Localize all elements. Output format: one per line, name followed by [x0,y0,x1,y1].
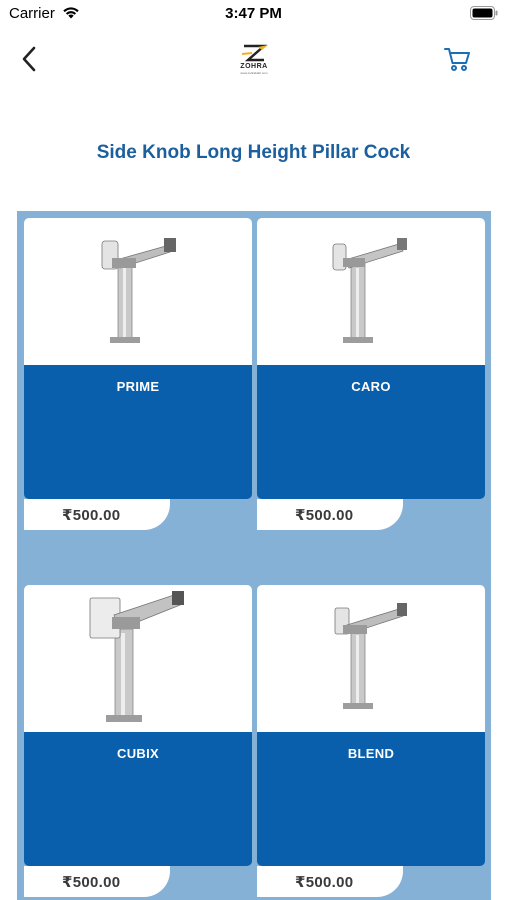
back-button[interactable] [14,42,44,76]
product-image [24,585,252,732]
product-card[interactable]: PRIME ₹500.00 [24,218,252,538]
price-tag: ₹500.00 [24,498,170,530]
product-info: BLEND [257,732,485,866]
page-title: Side Knob Long Height Pillar Cock [96,142,411,163]
cart-icon [444,48,470,71]
battery-icon [470,6,498,20]
product-name: PRIME [116,379,160,394]
brand-logo: ZOHRA www.zohrabath.com [228,44,280,76]
product-grid: PRIME ₹500.00 CARO ₹500.00 CUBIX ₹500.00… [17,211,491,900]
nav-bar: ZOHRA www.zohrabath.com [0,30,507,90]
price-tag: ₹500.00 [24,865,170,897]
product-info: CUBIX [24,732,252,866]
logo-tagline: www.zohrabath.com [240,71,268,75]
product-info: PRIME [24,365,252,499]
product-price: ₹500.00 [295,874,354,891]
product-name: CARO [351,379,391,394]
price-tag: ₹500.00 [257,498,403,530]
product-name: BLEND [347,746,395,761]
faucet-icon [89,591,184,722]
product-image [257,218,485,365]
cart-button[interactable] [443,46,471,72]
product-price: ₹500.00 [62,874,121,891]
product-image [24,218,252,365]
product-card[interactable]: BLEND ₹500.00 [257,585,485,900]
status-bar: Carrier 3:47 PM [0,0,507,30]
price-tag: ₹500.00 [257,865,403,897]
faucet-icon [332,238,407,343]
product-price: ₹500.00 [62,507,121,524]
zohra-logo-mark [241,44,268,62]
product-info: CARO [257,365,485,499]
product-name: CUBIX [117,746,159,761]
chevron-left-icon [22,46,36,72]
product-card[interactable]: CUBIX ₹500.00 [24,585,252,900]
logo-text: ZOHRA [240,63,268,70]
product-price: ₹500.00 [295,507,354,524]
product-card[interactable]: CARO ₹500.00 [257,218,485,538]
faucet-icon [334,603,407,709]
product-image [257,585,485,732]
faucet-icon [101,238,176,343]
status-time: 3:47 PM [225,5,282,22]
